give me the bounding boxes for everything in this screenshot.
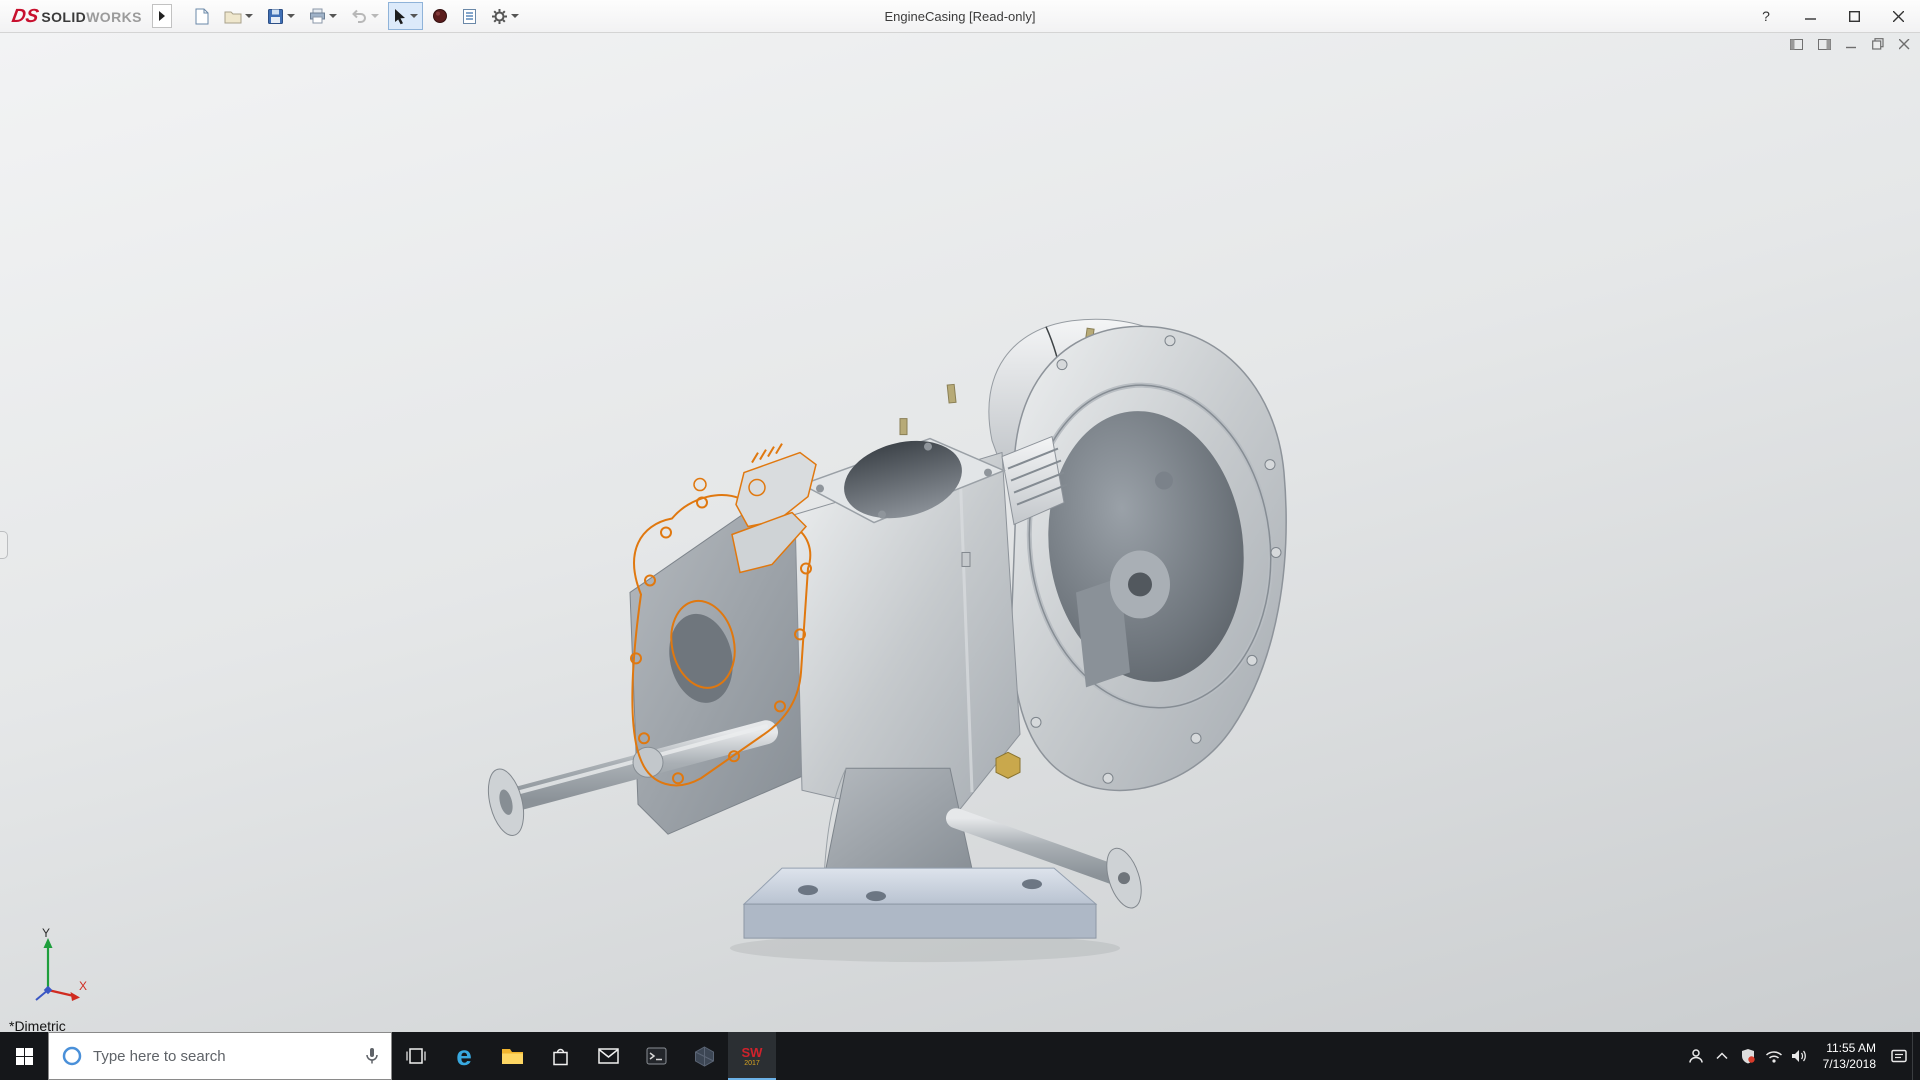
select-dropdown-arrow[interactable] [409,14,418,18]
doc-pane-left-icon[interactable] [1790,38,1803,50]
search-input[interactable] [93,1047,355,1065]
system-tray: 11:55 AM 7/13/2018 [1683,1032,1920,1080]
taskbar-app-solidworks[interactable]: SW 2017 [728,1032,776,1080]
graphics-viewport[interactable]: Y X *Dimetric [0,33,1920,1032]
clutch-cover[interactable] [1010,325,1289,792]
taskbar-clock[interactable]: 11:55 AM 7/13/2018 [1813,1040,1886,1072]
doc-restore-button[interactable] [1872,38,1884,50]
chevron-up-icon [1716,1052,1728,1060]
view-orientation-label: *Dimetric [9,1018,66,1032]
taskbar-search[interactable] [48,1032,392,1080]
logo-works-text: WORKS [86,8,142,25]
document-window-controls [1790,38,1910,50]
undo-dropdown-arrow[interactable] [370,14,379,18]
windows-logo-icon [15,1047,33,1065]
save-button[interactable] [262,2,300,30]
options-dropdown-arrow[interactable] [510,14,519,18]
mail-icon [597,1048,619,1064]
sw-badge-letters: SW [741,1044,763,1060]
clock-time: 11:55 AM [1826,1040,1876,1055]
orientation-triad: Y X [35,926,87,1001]
save-icon [267,8,283,24]
document-title: EngineCasing [Read-only] [884,8,1036,24]
doc-minimize-button[interactable] [1846,39,1857,50]
minimize-icon [1804,17,1816,20]
new-document-icon [195,8,209,24]
screen: DS SOLID WORKS EngineCasing [Read-only] … [0,0,1920,1080]
taskbar-app-store[interactable] [536,1032,584,1080]
window-controls: ? [1744,0,1920,32]
rebuild-button[interactable] [427,2,453,30]
feature-panel-splitter[interactable] [0,531,8,559]
titlebar: DS SOLID WORKS EngineCasing [Read-only] … [0,0,1920,33]
taskbar-app-mail[interactable] [584,1032,632,1080]
undo-icon [351,9,366,23]
maximize-button[interactable] [1832,0,1876,32]
file-explorer-icon [501,1048,523,1064]
cortana-icon [62,1046,82,1066]
store-icon [552,1048,568,1066]
minimize-button[interactable] [1788,0,1832,32]
open-button[interactable] [219,2,258,30]
logo-solid-text: SOLID [41,8,87,25]
doc-close-button[interactable] [1899,38,1910,50]
help-button[interactable]: ? [1744,0,1788,32]
ds-logo-mark: DS [10,5,41,27]
select-cursor-icon [394,8,405,24]
save-dropdown-arrow[interactable] [286,14,295,18]
gear-icon [491,8,507,24]
microphone-icon[interactable] [365,1047,379,1065]
task-view-icon [406,1048,426,1064]
triad-x-label: X [79,979,87,993]
edrawings-icon [694,1045,714,1067]
taskbar-app-file-explorer[interactable] [488,1032,536,1080]
task-view-button[interactable] [392,1032,440,1080]
flyout-arrow-icon [158,11,165,21]
select-button[interactable] [387,2,423,30]
engine-casing-model[interactable] [0,33,1920,1032]
clock-date: 7/13/2018 [1822,1057,1876,1071]
base-plate-top [742,867,1098,905]
antivirus-icon[interactable] [1735,1032,1761,1080]
hex-bolt [995,751,1021,779]
open-dropdown-arrow[interactable] [244,14,253,18]
show-desktop-button[interactable] [1912,1032,1918,1080]
rebuild-icon [432,9,447,23]
options-button[interactable] [486,2,524,30]
people-icon[interactable] [1683,1032,1709,1080]
network-icon[interactable] [1761,1032,1787,1080]
triad-y-label: Y [42,926,50,940]
file-properties-button[interactable] [457,2,482,30]
doc-pane-right-icon[interactable] [1818,38,1831,50]
show-hidden-icons-button[interactable] [1709,1032,1735,1080]
print-dropdown-arrow[interactable] [328,14,337,18]
taskbar-app-terminal[interactable] [632,1032,680,1080]
windows-taskbar: e [0,1032,1920,1080]
toolbar-flyout-button[interactable] [151,4,172,28]
solidworks-logo: DS SOLID WORKS [0,5,152,27]
close-button[interactable] [1876,0,1920,32]
new-document-button[interactable] [188,2,215,30]
action-center-button[interactable] [1886,1032,1912,1080]
file-properties-icon [462,8,476,24]
open-folder-icon [224,11,242,23]
start-button[interactable] [0,1032,48,1080]
sw-badge-year: 2017 [744,1059,760,1067]
terminal-icon [646,1047,666,1065]
edge-icon: e [456,1040,472,1071]
undo-button[interactable] [346,2,384,30]
taskbar-app-edrawings[interactable] [680,1032,728,1080]
action-center-icon [1891,1049,1907,1062]
print-button[interactable] [304,2,342,30]
print-icon [309,8,325,24]
solidworks-taskbar-icon: SW 2017 [739,1043,765,1069]
volume-icon[interactable] [1787,1032,1813,1080]
taskbar-app-edge[interactable]: e [440,1032,488,1080]
close-icon [1892,10,1904,22]
base-plate-front [743,903,1097,939]
maximize-icon [1848,10,1860,22]
